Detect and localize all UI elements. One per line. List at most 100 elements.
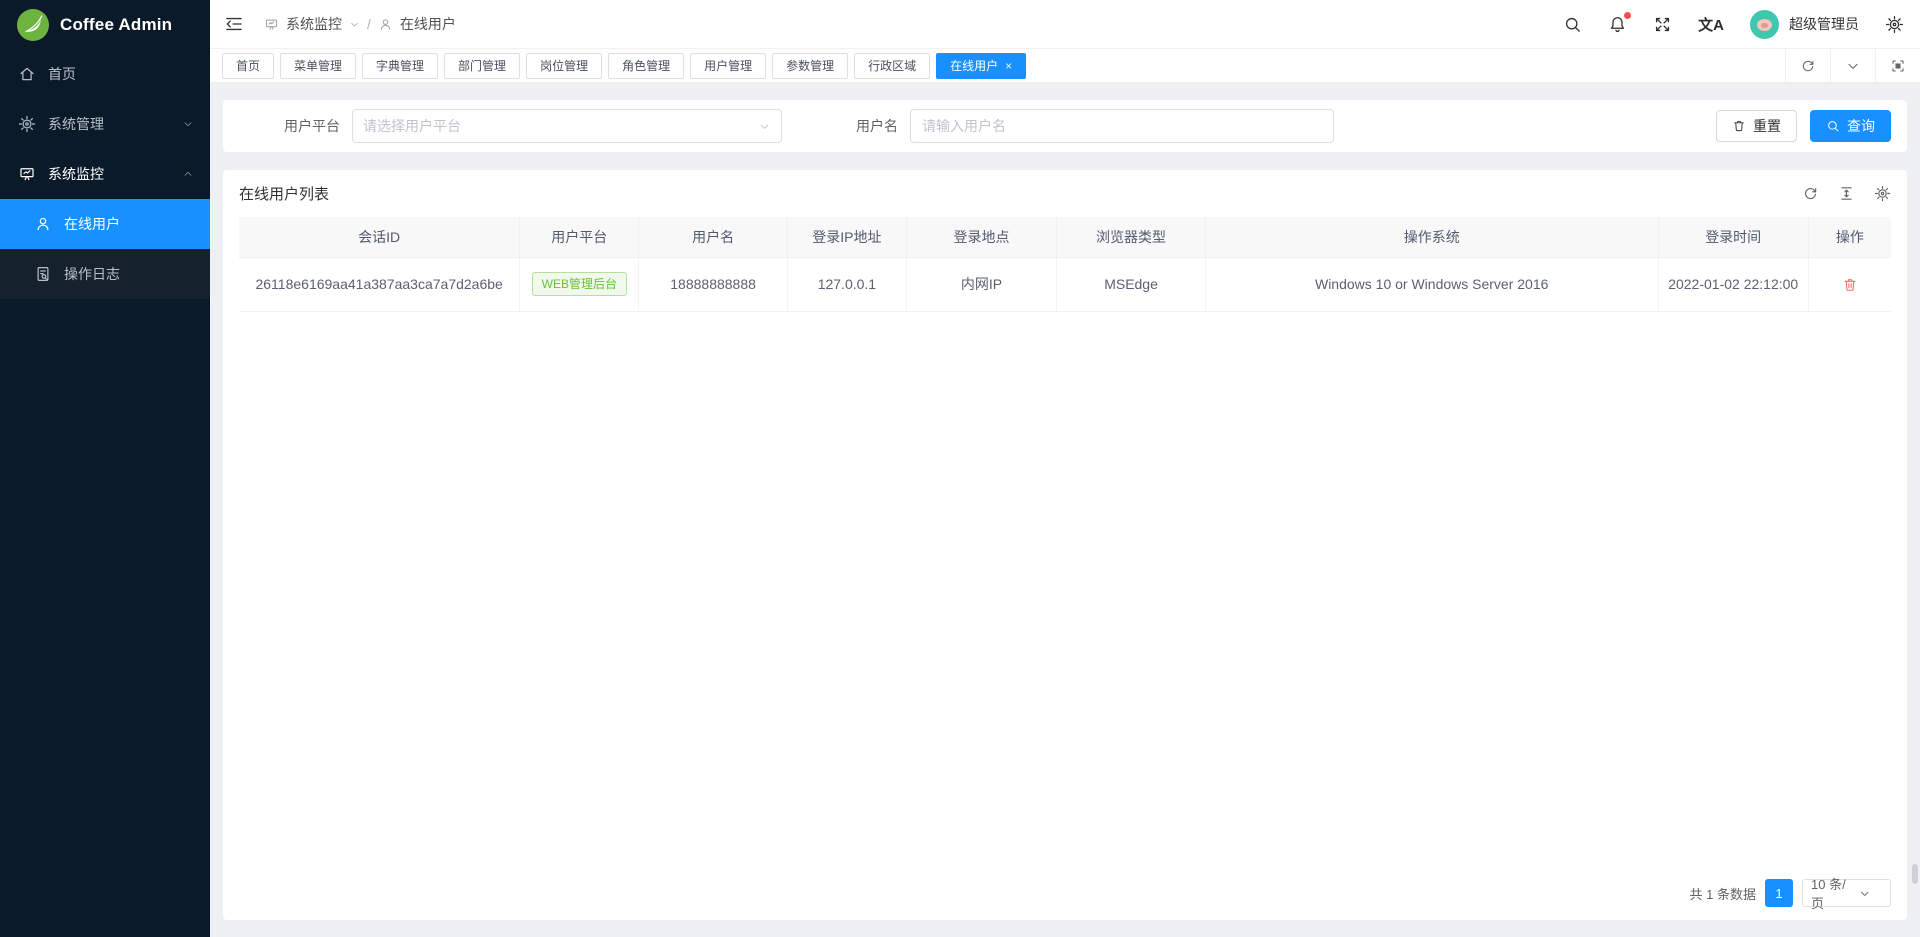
- search-icon[interactable]: [1563, 15, 1582, 34]
- settings-gear-icon[interactable]: [1885, 15, 1904, 34]
- tab-close-icon[interactable]: ×: [1005, 60, 1012, 72]
- platform-label: 用户平台: [284, 116, 340, 136]
- card-title: 在线用户列表: [239, 183, 329, 204]
- platform-tag: WEB管理后台: [532, 272, 627, 297]
- column-settings-gear-icon[interactable]: [1874, 185, 1891, 202]
- fullscreen-icon[interactable]: [1653, 15, 1672, 34]
- translate-icon[interactable]: 文A: [1698, 14, 1724, 35]
- sidebar-item-system-monitor[interactable]: 系统监控: [0, 149, 210, 199]
- cell-browser: MSEdge: [1057, 257, 1206, 311]
- tab-home[interactable]: 首页: [222, 53, 274, 79]
- app-root: Coffee Admin 首页 系统管理 系统监控 在线用户: [0, 0, 1920, 937]
- page-size-select[interactable]: 10 条/页: [1802, 879, 1891, 907]
- chevron-up-icon: [182, 168, 194, 180]
- card-header: 在线用户列表: [239, 170, 1891, 217]
- col-browser: 浏览器类型: [1057, 217, 1206, 257]
- user-icon: [34, 215, 52, 233]
- tab-dict-management[interactable]: 字典管理: [362, 53, 438, 79]
- page-1-button[interactable]: 1: [1765, 879, 1793, 907]
- cell-login-location: 内网IP: [906, 257, 1056, 311]
- row-height-icon[interactable]: [1838, 185, 1855, 202]
- username-input[interactable]: [910, 109, 1334, 143]
- sidebar-subitem-online-user[interactable]: 在线用户: [0, 199, 210, 249]
- refresh-icon[interactable]: [1802, 185, 1819, 202]
- tab-dept-management[interactable]: 部门管理: [444, 53, 520, 79]
- notification-bell-icon[interactable]: [1608, 15, 1627, 34]
- breadcrumb: 系统监控 / 在线用户: [264, 14, 456, 34]
- chevron-down-icon[interactable]: [349, 19, 360, 30]
- breadcrumb-parent[interactable]: 系统监控: [286, 14, 342, 34]
- cell-username: 18888888888: [639, 257, 788, 311]
- tabs-refresh-button[interactable]: [1785, 49, 1830, 83]
- sidebar-item-label: 系统监控: [48, 164, 104, 184]
- top-header: 系统监控 / 在线用户 文A 超级管理员: [210, 0, 1920, 49]
- user-avatar[interactable]: [1750, 10, 1779, 39]
- tab-admin-region[interactable]: 行政区域: [854, 53, 930, 79]
- content-maximize-button[interactable]: [1875, 49, 1920, 83]
- breadcrumb-separator: /: [367, 16, 371, 32]
- tab-label: 首页: [236, 57, 260, 74]
- sidebar-item-label: 首页: [48, 64, 76, 84]
- chevron-down-icon: [1847, 887, 1883, 900]
- col-login-time: 登录时间: [1658, 217, 1808, 257]
- tab-menu-management[interactable]: 菜单管理: [280, 53, 356, 79]
- tab-label: 用户管理: [704, 57, 752, 74]
- query-button-label: 查询: [1847, 116, 1875, 136]
- col-username: 用户名: [639, 217, 788, 257]
- monitor-icon: [18, 165, 36, 183]
- reset-button-label: 重置: [1753, 116, 1781, 136]
- col-platform: 用户平台: [520, 217, 639, 257]
- col-login-ip: 登录IP地址: [787, 217, 906, 257]
- tab-label: 行政区域: [868, 57, 916, 74]
- cell-os: Windows 10 or Windows Server 2016: [1205, 257, 1658, 311]
- cell-session-id: 26118e6169aa41a387aa3ca7a7d2a6be: [239, 257, 520, 311]
- sidebar-item-system-management[interactable]: 系统管理: [0, 99, 210, 149]
- col-session-id: 会话ID: [239, 217, 520, 257]
- delete-row-trash-icon[interactable]: [1842, 277, 1858, 293]
- sidebar: Coffee Admin 首页 系统管理 系统监控 在线用户: [0, 0, 210, 937]
- tab-role-management[interactable]: 角色管理: [608, 53, 684, 79]
- reset-button[interactable]: 重置: [1716, 110, 1797, 142]
- refresh-icon: [1800, 58, 1816, 74]
- gear-icon: [18, 115, 36, 133]
- tab-online-user[interactable]: 在线用户 ×: [936, 53, 1026, 79]
- tab-label: 字典管理: [376, 57, 424, 74]
- cell-login-ip: 127.0.0.1: [787, 257, 906, 311]
- app-title: Coffee Admin: [60, 15, 172, 35]
- chevron-down-icon: [1845, 58, 1861, 74]
- query-button[interactable]: 查询: [1810, 110, 1891, 142]
- sidebar-subitem-operation-log[interactable]: 操作日志: [0, 249, 210, 299]
- monitor-icon: [264, 17, 279, 32]
- user-name[interactable]: 超级管理员: [1789, 14, 1859, 34]
- tab-user-management[interactable]: 用户管理: [690, 53, 766, 79]
- cell-platform: WEB管理后台: [520, 257, 639, 311]
- col-login-location: 登录地点: [906, 217, 1056, 257]
- tab-label: 参数管理: [786, 57, 834, 74]
- sidebar-item-home[interactable]: 首页: [0, 49, 210, 99]
- sidebar-menu: 首页 系统管理 系统监控 在线用户 操作日志: [0, 49, 210, 299]
- scrollbar-thumb[interactable]: [1912, 864, 1918, 884]
- open-tabs: 首页 菜单管理 字典管理 部门管理 岗位管理 角色管理 用户管理 参数管理 行政…: [222, 53, 1785, 79]
- tab-label: 菜单管理: [294, 57, 342, 74]
- cell-actions: [1808, 257, 1891, 311]
- chevron-down-icon: [758, 120, 771, 133]
- tab-label: 角色管理: [622, 57, 670, 74]
- tab-post-management[interactable]: 岗位管理: [526, 53, 602, 79]
- main-area: 系统监控 / 在线用户 文A 超级管理员 首页 菜单管理 字典管理: [210, 0, 1920, 937]
- search-filter-card: 用户平台 请选择用户平台 用户名 重置 查询: [223, 100, 1907, 152]
- username-label: 用户名: [856, 116, 898, 136]
- app-logo[interactable]: Coffee Admin: [0, 0, 210, 49]
- notification-badge: [1624, 12, 1631, 19]
- page-size-value: 10 条/页: [1811, 874, 1847, 912]
- sidebar-item-label: 操作日志: [64, 264, 120, 284]
- platform-select[interactable]: 请选择用户平台: [352, 109, 782, 143]
- trash-icon: [1732, 119, 1746, 133]
- tab-param-management[interactable]: 参数管理: [772, 53, 848, 79]
- tabs-more-button[interactable]: [1830, 49, 1875, 83]
- tab-strip: 首页 菜单管理 字典管理 部门管理 岗位管理 角色管理 用户管理 参数管理 行政…: [210, 49, 1920, 83]
- page-content: 用户平台 请选择用户平台 用户名 重置 查询: [210, 83, 1920, 937]
- pagination: 共 1 条数据 1 10 条/页: [1690, 879, 1891, 907]
- menu-fold-icon[interactable]: [224, 14, 244, 34]
- online-user-list-card: 在线用户列表 会话ID 用户平台 用户: [223, 170, 1907, 920]
- table-row: 26118e6169aa41a387aa3ca7a7d2a6be WEB管理后台…: [239, 257, 1891, 311]
